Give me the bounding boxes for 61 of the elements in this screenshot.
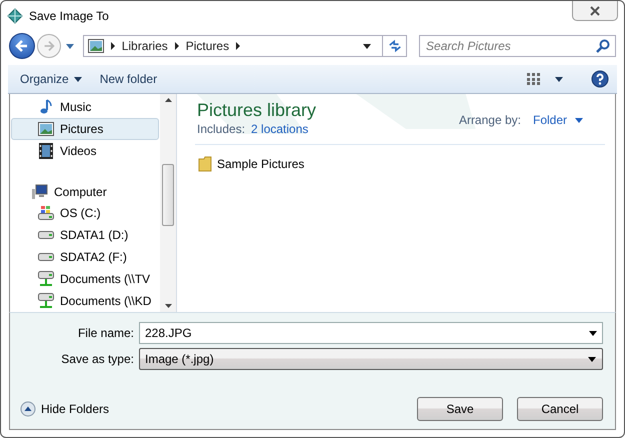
folder-icon — [197, 156, 213, 172]
new-folder-button[interactable]: New folder — [96, 70, 162, 88]
dropdown-arrow-icon — [588, 356, 596, 362]
nav-item[interactable]: Videos — [11, 140, 159, 162]
system-drive-icon — [38, 205, 54, 222]
picture-icon — [38, 120, 54, 137]
breadcrumb-item[interactable]: Pictures — [186, 39, 230, 53]
save-type-dropdown[interactable]: Image (*.jpg) — [139, 348, 603, 370]
dialog-button[interactable]: Save — [417, 397, 503, 421]
dropdown-arrow-icon[interactable] — [555, 76, 563, 82]
address-bar[interactable]: Libraries Pictures — [82, 35, 408, 57]
nav-item[interactable]: Pictures — [11, 118, 159, 140]
arrange-by-label: Arrange by: — [458, 113, 521, 127]
dialog-button[interactable]: Cancel — [517, 397, 603, 421]
music-note-icon — [38, 98, 54, 115]
search-icon[interactable] — [596, 39, 610, 53]
file-name-field[interactable]: 228.JPG — [139, 322, 603, 344]
network-drive-icon — [38, 293, 54, 310]
locations-link[interactable]: 2 locations — [251, 122, 308, 136]
nav-item[interactable]: OS (C:) — [11, 202, 159, 224]
arrow-right-icon — [42, 39, 56, 53]
refresh-icon — [388, 39, 402, 53]
nav-item[interactable]: SDATA2 (F:) — [11, 246, 159, 268]
scroll-up-icon[interactable] — [164, 98, 172, 102]
chevron-right-icon[interactable] — [110, 42, 115, 50]
scrollbar-thumb[interactable] — [162, 164, 174, 226]
picture-icon — [88, 38, 104, 54]
caret-icon — [74, 76, 82, 82]
scroll-down-icon[interactable] — [164, 304, 172, 308]
chevron-right-icon[interactable] — [174, 42, 179, 50]
back-button[interactable] — [9, 33, 35, 59]
arrow-left-icon — [14, 38, 30, 54]
includes-label: Includes: — [197, 122, 246, 136]
nav-item[interactable]: SDATA1 (D:) — [11, 224, 159, 246]
breadcrumb-item[interactable]: Libraries — [122, 39, 168, 53]
network-drive-icon — [38, 271, 54, 288]
chevron-right-icon[interactable] — [236, 42, 240, 50]
save-type-label: Save as type: — [60, 352, 135, 366]
caret-icon — [575, 118, 583, 122]
nav-item[interactable]: Documents (\\KD — [11, 290, 159, 312]
dropdown-arrow-icon[interactable] — [589, 331, 597, 336]
organize-menu[interactable]: Organize — [16, 70, 86, 88]
close-icon — [590, 6, 600, 16]
library-title: Pictures library — [197, 100, 316, 121]
folder-item[interactable]: Sample Pictures — [197, 155, 304, 173]
computer-icon — [32, 184, 48, 200]
nav-item[interactable]: Computer — [11, 180, 159, 203]
film-strip-icon — [38, 142, 54, 159]
nav-item[interactable]: Documents (\\TV — [11, 268, 159, 290]
grid-icon — [527, 73, 541, 85]
help-icon[interactable] — [591, 70, 609, 88]
diamond-icon — [7, 8, 23, 24]
dropdown-arrow-icon[interactable] — [363, 44, 372, 48]
arrange-by-dropdown[interactable]: Folder — [532, 113, 583, 127]
search-field[interactable]: Search Pictures — [419, 35, 616, 57]
nav-item[interactable]: Music — [11, 96, 159, 118]
hide-folders-button[interactable]: Hide Folders — [10, 401, 110, 417]
collapse-icon — [20, 401, 36, 417]
close-button[interactable] — [572, 1, 618, 21]
window-title: Save Image To — [29, 9, 109, 23]
file-name-label: File name: — [76, 326, 135, 340]
